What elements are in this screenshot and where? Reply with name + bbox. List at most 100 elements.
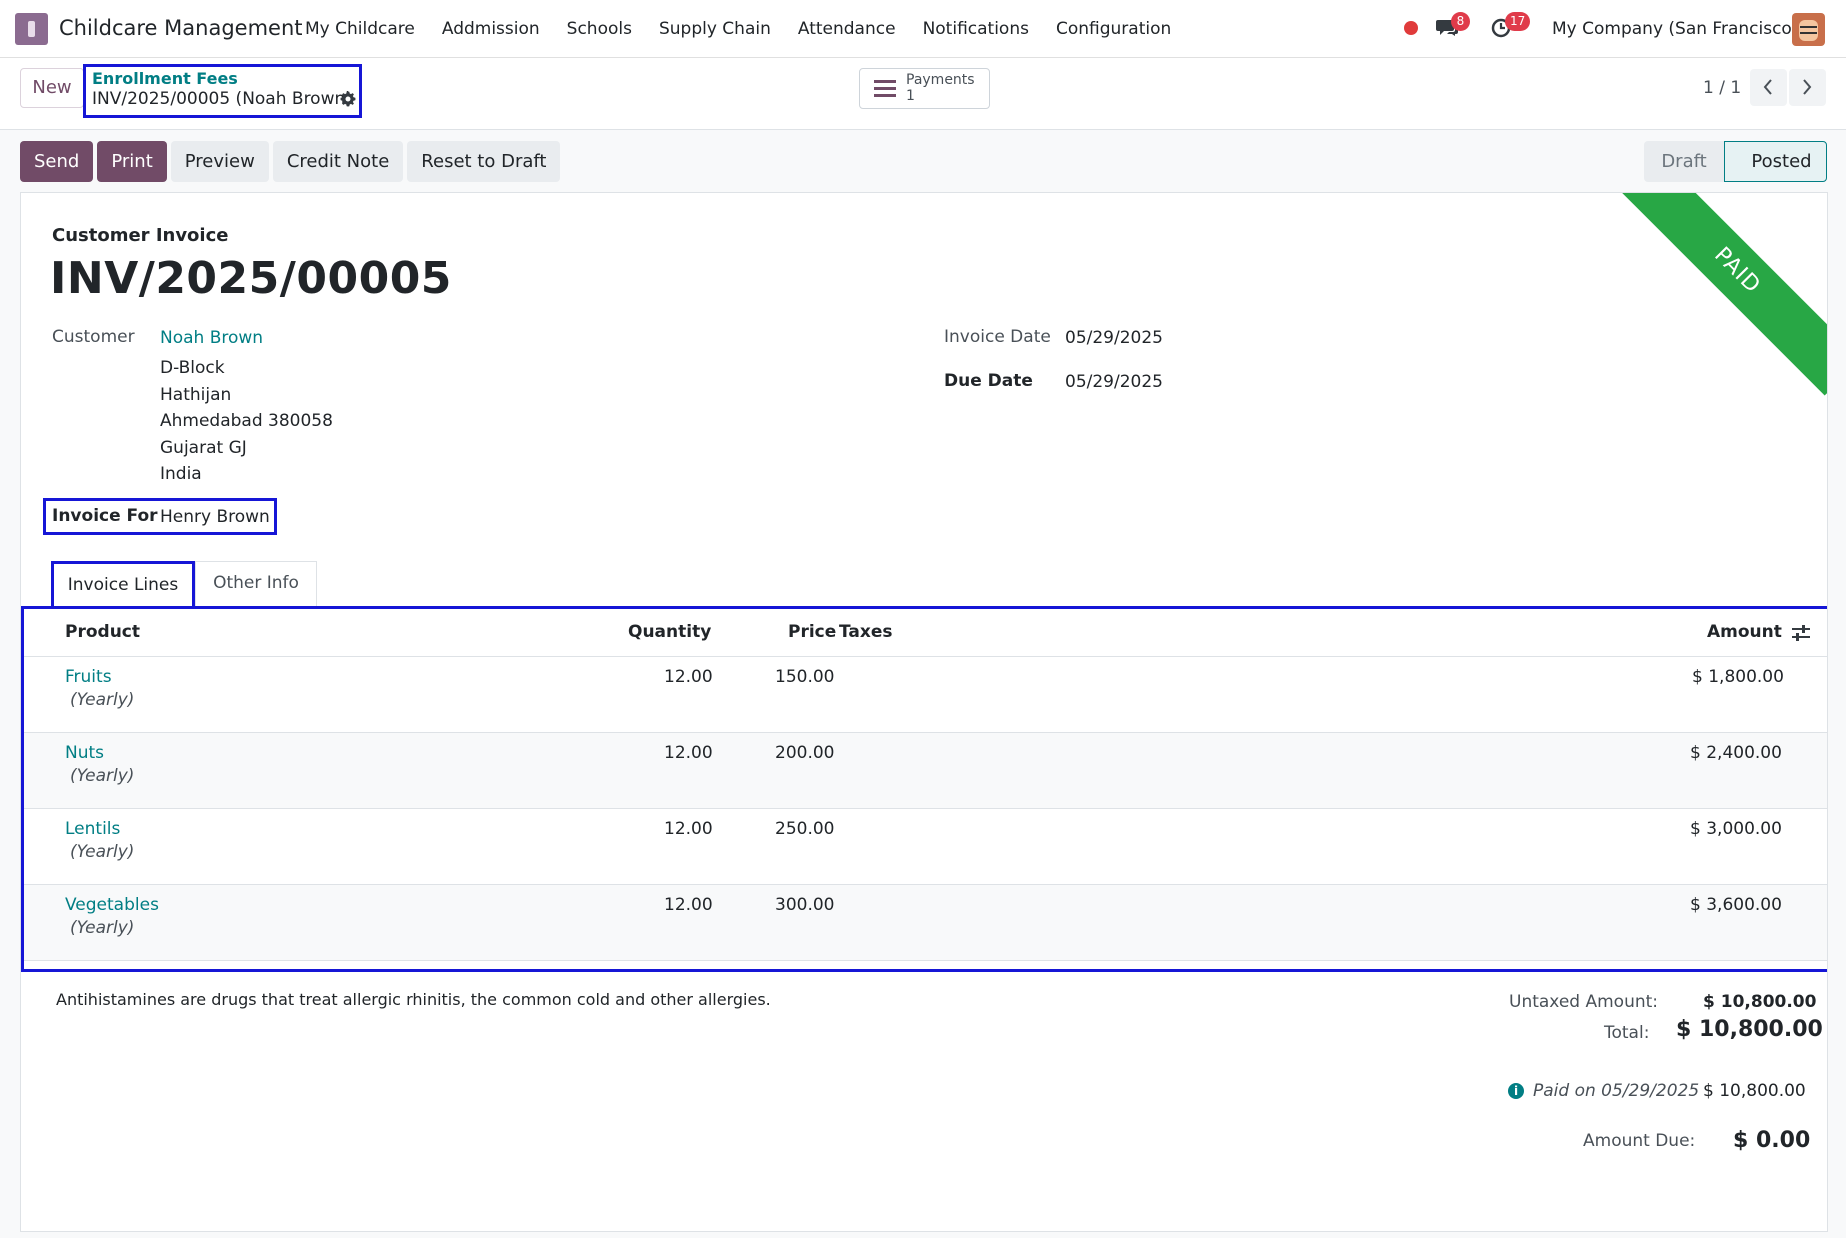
- due-date-field[interactable]: 05/29/2025: [1065, 372, 1163, 392]
- notebook-tabs: Invoice Lines Other Info: [51, 561, 317, 606]
- menu-notifications[interactable]: Notifications: [923, 19, 1029, 39]
- column-price[interactable]: Price: [788, 622, 836, 642]
- payments-label: Payments: [906, 72, 975, 88]
- credit-note-button[interactable]: Credit Note: [272, 141, 404, 182]
- quantity-cell: 12.00: [664, 667, 713, 687]
- price-cell: 200.00: [775, 743, 835, 763]
- invoice-number: INV/2025/00005: [50, 253, 452, 304]
- user-avatar[interactable]: [1792, 13, 1825, 46]
- price-cell: 300.00: [775, 895, 835, 915]
- app-home-icon[interactable]: [15, 13, 48, 45]
- table-row[interactable]: Lentils (Yearly) 12.00 250.00 $ 3,000.00: [24, 809, 1827, 885]
- table-row[interactable]: Fruits (Yearly) 12.00 150.00 $ 1,800.00: [24, 657, 1827, 733]
- quantity-cell: 12.00: [664, 895, 713, 915]
- quantity-cell: 12.00: [664, 743, 713, 763]
- invoice-date-label: Invoice Date: [944, 327, 1051, 347]
- table-header: Product Quantity Price Taxes Amount: [24, 609, 1827, 657]
- action-buttons: Send Print Preview Credit Note Reset to …: [20, 141, 561, 182]
- paid-ribbon: PAID: [1612, 193, 1827, 396]
- invoice-sheet: PAID Customer Invoice INV/2025/00005 Cus…: [20, 192, 1828, 1232]
- menu-schools[interactable]: Schools: [567, 19, 632, 39]
- chevron-right-icon: [1803, 79, 1812, 95]
- untaxed-amount-value: $ 10,800.00: [1703, 992, 1817, 1012]
- product-link[interactable]: Lentils: [65, 819, 120, 839]
- product-period: (Yearly): [70, 842, 135, 862]
- company-switcher[interactable]: My Company (San Francisco): [1552, 19, 1798, 39]
- tab-invoice-lines[interactable]: Invoice Lines: [51, 561, 195, 606]
- document-type: Customer Invoice: [52, 225, 229, 246]
- customer-name-link[interactable]: Noah Brown: [160, 328, 263, 348]
- pager-value[interactable]: 1 / 1: [1703, 78, 1741, 98]
- app-name[interactable]: Childcare Management: [59, 16, 303, 40]
- menu-attendance[interactable]: Attendance: [798, 19, 896, 39]
- record-status-dot-icon[interactable]: [1404, 21, 1418, 35]
- total-value: $ 10,800.00: [1676, 1017, 1823, 1042]
- price-cell: 150.00: [775, 667, 835, 687]
- amount-due-label: Amount Due:: [1583, 1131, 1696, 1151]
- preview-button[interactable]: Preview: [170, 141, 269, 182]
- invoice-date-field[interactable]: 05/29/2025: [1065, 328, 1163, 348]
- status-bar: Draft Posted: [1644, 141, 1827, 182]
- breadcrumb-parent-link[interactable]: Enrollment Fees: [92, 69, 238, 88]
- untaxed-amount-label: Untaxed Amount:: [1509, 992, 1659, 1012]
- paid-amount-value: $ 10,800.00: [1703, 1081, 1806, 1101]
- send-button[interactable]: Send: [20, 141, 94, 182]
- address-line: D-Block: [160, 358, 225, 378]
- messages-badge: 8: [1451, 12, 1470, 31]
- menu-configuration[interactable]: Configuration: [1056, 19, 1171, 39]
- customer-address: D-Block Hathijan Ahmedabad 380058 Gujara…: [160, 355, 333, 488]
- payment-info-icon[interactable]: i: [1508, 1083, 1524, 1099]
- address-line: India: [160, 464, 202, 484]
- menu-addmission[interactable]: Addmission: [442, 19, 540, 39]
- product-period: (Yearly): [70, 918, 135, 938]
- amount-cell: $ 2,400.00: [1690, 743, 1782, 763]
- invoice-for-field[interactable]: Henry Brown: [160, 507, 270, 527]
- customer-label: Customer: [52, 327, 135, 347]
- product-period: (Yearly): [70, 690, 135, 710]
- breadcrumb-current: INV/2025/00005 (Noah Brown): [92, 89, 352, 109]
- column-settings-icon[interactable]: [1792, 625, 1810, 641]
- reset-to-draft-button[interactable]: Reset to Draft: [407, 141, 561, 182]
- paid-on-label: Paid on 05/29/2025: [1533, 1081, 1700, 1101]
- chevron-left-icon: [1763, 79, 1772, 95]
- status-draft[interactable]: Draft: [1644, 141, 1724, 182]
- amount-cell: $ 1,800.00: [1692, 667, 1784, 687]
- invoice-lines-table: Product Quantity Price Taxes Amount Frui…: [21, 606, 1827, 972]
- table-row[interactable]: Vegetables (Yearly) 12.00 300.00 $ 3,600…: [24, 885, 1827, 961]
- activities-badge: 17: [1505, 12, 1531, 31]
- top-navbar: Childcare Management My Childcare Addmis…: [0, 0, 1846, 58]
- column-taxes[interactable]: Taxes: [839, 622, 893, 642]
- print-button[interactable]: Print: [97, 141, 167, 182]
- new-button[interactable]: New: [20, 68, 84, 108]
- payments-smart-button[interactable]: Payments 1: [859, 68, 990, 109]
- status-posted[interactable]: Posted: [1724, 141, 1827, 182]
- product-link[interactable]: Fruits: [65, 667, 112, 687]
- amount-cell: $ 3,600.00: [1690, 895, 1782, 915]
- column-product[interactable]: Product: [65, 622, 140, 642]
- price-cell: 250.00: [775, 819, 835, 839]
- address-line: Ahmedabad 380058: [160, 411, 333, 431]
- list-bars-icon: [874, 80, 896, 97]
- tab-other-info[interactable]: Other Info: [195, 561, 317, 606]
- control-panel: New Enrollment Fees INV/2025/00005 (Noah…: [0, 58, 1846, 130]
- invoice-for-label: Invoice For: [52, 506, 158, 526]
- column-quantity[interactable]: Quantity: [628, 622, 711, 642]
- payments-count: 1: [906, 88, 915, 104]
- main-menu: My Childcare Addmission Schools Supply C…: [305, 19, 1171, 39]
- amount-due-value: $ 0.00: [1733, 1128, 1811, 1153]
- pager-previous-button[interactable]: [1750, 69, 1787, 106]
- product-link[interactable]: Vegetables: [65, 895, 159, 915]
- address-line: Gujarat GJ: [160, 437, 247, 458]
- product-period: (Yearly): [70, 766, 135, 786]
- column-amount[interactable]: Amount: [1707, 622, 1782, 642]
- amount-cell: $ 3,000.00: [1690, 819, 1782, 839]
- menu-supply-chain[interactable]: Supply Chain: [659, 19, 771, 39]
- gear-icon[interactable]: [340, 91, 356, 107]
- invoice-note: Antihistamines are drugs that treat alle…: [56, 990, 771, 1009]
- pager-next-button[interactable]: [1789, 69, 1826, 106]
- total-label: Total:: [1604, 1023, 1650, 1043]
- product-link[interactable]: Nuts: [65, 743, 104, 763]
- menu-my-childcare[interactable]: My Childcare: [305, 19, 415, 39]
- due-date-label: Due Date: [944, 371, 1033, 391]
- table-row[interactable]: Nuts (Yearly) 12.00 200.00 $ 2,400.00: [24, 733, 1827, 809]
